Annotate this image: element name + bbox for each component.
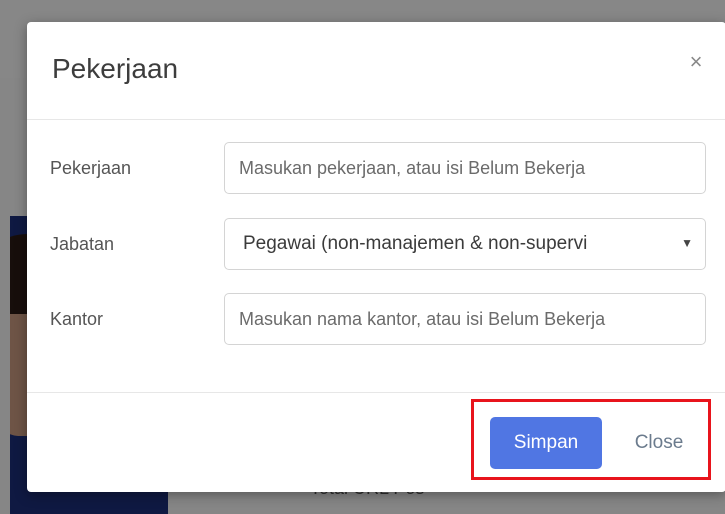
close-icon[interactable]: × (684, 50, 708, 74)
jabatan-selected-value: Pegawai (non-manajemen & non-supervi (243, 233, 588, 254)
kantor-input[interactable] (224, 293, 706, 345)
modal-title: Pekerjaan (52, 53, 179, 84)
jabatan-label: Jabatan (50, 234, 115, 254)
jabatan-select[interactable]: Pegawai (non-manajemen & non-supervi ▼ (224, 218, 706, 270)
form-row-jabatan: Jabatan Pegawai (non-manajemen & non-sup… (27, 216, 725, 272)
form-row-pekerjaan: Pekerjaan (27, 140, 725, 196)
pekerjaan-label: Pekerjaan (50, 158, 132, 178)
kantor-label: Kantor (50, 309, 104, 329)
pekerjaan-input[interactable] (224, 142, 706, 194)
form-row-kantor: Kantor (27, 291, 725, 347)
chevron-down-icon: ▼ (681, 236, 693, 250)
highlight-annotation (471, 399, 711, 480)
modal-header: Pekerjaan × (27, 22, 725, 120)
